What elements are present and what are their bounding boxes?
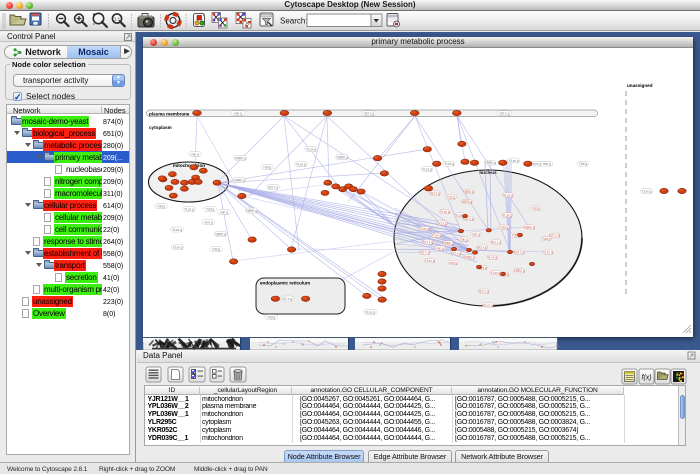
svg-text:nnn g: nnn g	[205, 220, 213, 224]
svg-text:nnn g: nnn g	[436, 246, 444, 250]
svg-text:nnn g: nnn g	[460, 237, 468, 241]
svg-text:YBR0 g: YBR0 g	[524, 225, 535, 229]
svg-text:GO x g: GO x g	[423, 241, 433, 245]
svg-text:YLxx g: YLxx g	[502, 213, 512, 217]
svg-text:nnn g: nnn g	[191, 152, 199, 156]
svg-text:GO x g: GO x g	[364, 111, 374, 115]
svg-text:YLxx g: YLxx g	[296, 162, 306, 166]
svg-text:Ydd g: Ydd g	[212, 247, 221, 251]
svg-text:YBR0 g: YBR0 g	[464, 255, 475, 259]
svg-text:YLxx g: YLxx g	[184, 207, 194, 211]
svg-text:YBR0 g: YBR0 g	[235, 156, 246, 160]
svg-text:YLxx g: YLxx g	[642, 189, 652, 193]
svg-text:nnn g: nnn g	[543, 162, 551, 166]
svg-text:Ydd g: Ydd g	[579, 162, 588, 166]
svg-text:YBR0 g: YBR0 g	[485, 161, 496, 165]
svg-text:GO x g: GO x g	[491, 240, 501, 244]
svg-text:YBR0 g: YBR0 g	[463, 190, 474, 194]
svg-text:YBR0 g: YBR0 g	[461, 200, 472, 204]
svg-text:Ydd g: Ydd g	[532, 206, 541, 210]
svg-text:YLxx g: YLxx g	[487, 256, 497, 260]
svg-text:GO x g: GO x g	[419, 251, 429, 255]
svg-text:YBR0 g: YBR0 g	[514, 269, 525, 273]
svg-text:GO x g: GO x g	[499, 111, 509, 115]
svg-text:Search:: Search:	[280, 17, 308, 26]
svg-text:YLxx g: YLxx g	[420, 227, 430, 231]
svg-text:Ydd g: Ydd g	[206, 207, 215, 211]
svg-text:YBR0 g: YBR0 g	[234, 178, 245, 182]
svg-text:YLxx g: YLxx g	[425, 259, 435, 263]
svg-text:f(x): f(x)	[641, 375, 651, 382]
svg-text:nnn g: nnn g	[220, 210, 228, 214]
svg-text:YLxx g: YLxx g	[365, 310, 375, 314]
svg-text:YLxx g: YLxx g	[173, 245, 183, 249]
svg-text:Ydd g: Ydd g	[157, 204, 166, 208]
svg-text:YLxx g: YLxx g	[422, 167, 432, 171]
svg-text:unassigned: unassigned	[627, 83, 653, 88]
svg-text:GO x g: GO x g	[479, 290, 489, 294]
svg-text:YLxx g: YLxx g	[432, 234, 442, 238]
svg-text:nnn g: nnn g	[449, 261, 457, 265]
svg-text:YLxx g: YLxx g	[444, 162, 454, 166]
svg-text:mitochondrion: mitochondrion	[173, 163, 205, 168]
svg-text:YBR0 g: YBR0 g	[246, 209, 257, 213]
svg-text:nnn g: nnn g	[472, 232, 480, 236]
svg-text:GO x g: GO x g	[437, 221, 447, 225]
svg-text:YBR0 g: YBR0 g	[337, 155, 348, 159]
svg-text:GO x g: GO x g	[477, 245, 487, 249]
svg-text:Ydd g: Ydd g	[267, 315, 276, 319]
svg-text:YLxx g: YLxx g	[440, 210, 450, 214]
svg-text:Ydd g: Ydd g	[542, 237, 551, 241]
svg-text:endoplasmic reticulum: endoplasmic reticulum	[260, 281, 310, 286]
svg-text:YLxx g: YLxx g	[306, 147, 316, 151]
svg-text:Ydd g: Ydd g	[500, 225, 509, 229]
svg-text:GO x g: GO x g	[514, 251, 524, 255]
svg-text:GO x g: GO x g	[282, 297, 292, 301]
svg-text:YLxx g: YLxx g	[503, 193, 513, 197]
svg-text:YLxx g: YLxx g	[543, 251, 553, 255]
svg-text:YLxx g: YLxx g	[483, 303, 493, 307]
svg-text:YLxx g: YLxx g	[172, 228, 182, 232]
svg-text:plasma membrane: plasma membrane	[149, 111, 190, 116]
svg-text:1:1: 1:1	[114, 17, 121, 22]
svg-text:nnn g: nnn g	[533, 162, 541, 166]
svg-text:GO x g: GO x g	[430, 191, 440, 195]
svg-text:YBR0 g: YBR0 g	[215, 232, 226, 236]
svg-text:YLxx g: YLxx g	[509, 159, 519, 163]
svg-text:GO x g: GO x g	[268, 185, 278, 189]
svg-text:YBR0 g: YBR0 g	[443, 241, 454, 245]
svg-text:cytoplasm: cytoplasm	[149, 125, 172, 130]
svg-text:nnn g: nnn g	[234, 111, 242, 115]
svg-text:Ydd g: Ydd g	[447, 195, 456, 199]
svg-text:GO x g: GO x g	[451, 251, 461, 255]
svg-text:Ydd g: Ydd g	[263, 165, 272, 169]
